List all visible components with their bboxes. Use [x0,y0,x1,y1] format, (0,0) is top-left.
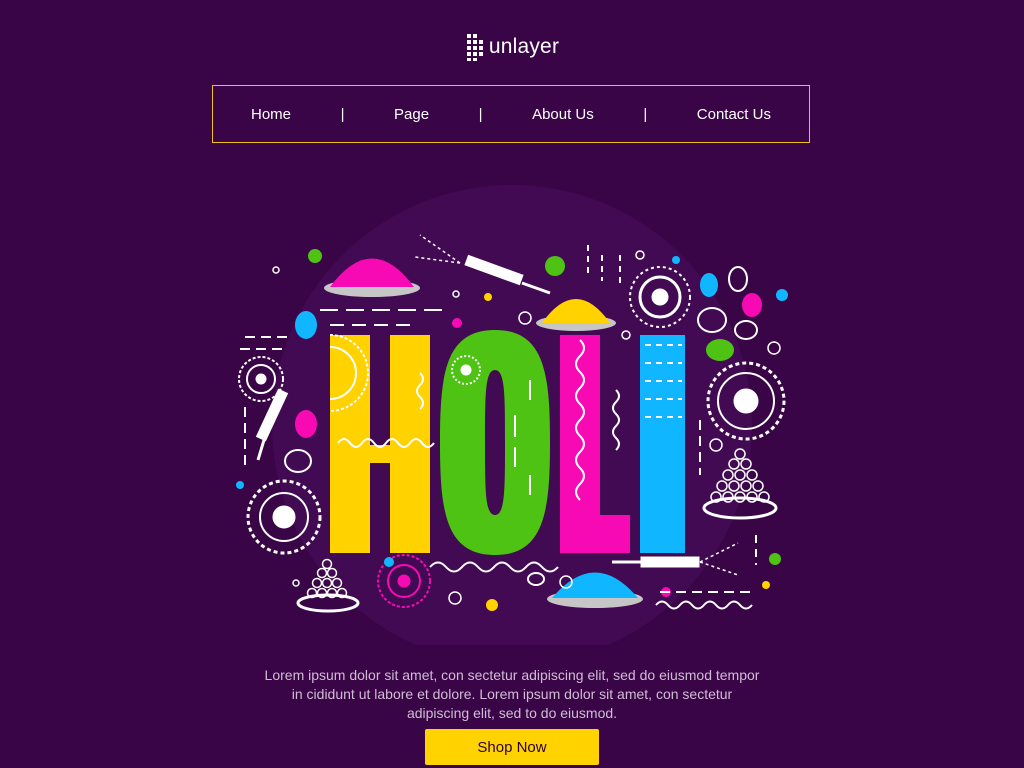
nav-item-page[interactable]: Page [394,106,429,123]
nav-item-about-us[interactable]: About Us [532,106,594,123]
nav-separator: | [478,105,483,123]
nav-item-home[interactable]: Home [251,106,291,123]
nav-separator: | [340,105,345,123]
hero-description: Lorem ipsum dolor sit amet, con sectetur… [264,667,760,721]
shop-now-button[interactable]: Shop Now [425,729,599,765]
main-nav: Home | Page | About Us | Contact Us [212,85,810,143]
brand-name: unlayer [488,35,560,58]
nav-separator: | [643,105,648,123]
nav-item-contact-us[interactable]: Contact Us [697,106,771,123]
holi-hero-illustration [0,175,1024,665]
unlayer-logo-icon [466,34,483,61]
holi-illustration [236,185,788,665]
brand-logo[interactable]: unlayer [0,32,1024,62]
rangoli-left-icon [238,356,284,402]
holi-letter-i [640,335,685,553]
